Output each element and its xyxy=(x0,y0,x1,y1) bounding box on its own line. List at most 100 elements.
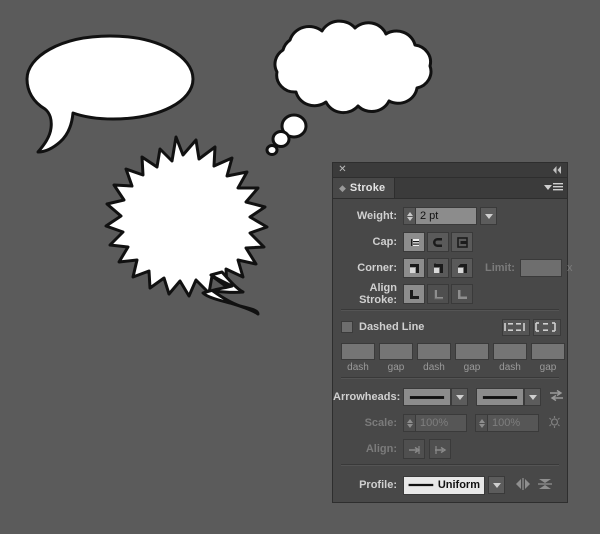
dashed-line-row: Dashed Line xyxy=(333,318,567,336)
tab-stroke-label: Stroke xyxy=(349,182,386,194)
weight-stepper[interactable] xyxy=(403,207,415,225)
align-label: Align: xyxy=(365,443,397,455)
stepper-up-icon[interactable] xyxy=(406,418,413,423)
align-row: Align: xyxy=(333,438,567,460)
scale-start-input[interactable]: 100% xyxy=(415,414,467,432)
link-scales-icon[interactable] xyxy=(547,415,562,432)
tab-stroke[interactable]: ◆ Stroke xyxy=(333,178,396,198)
cap-button-group xyxy=(403,232,475,252)
gap-caption-1: gap xyxy=(387,362,405,373)
arrowhead-end-dropdown-button[interactable] xyxy=(524,388,541,406)
scale-end-input[interactable]: 100% xyxy=(487,414,539,432)
dash-cell: dash xyxy=(417,343,451,373)
profile-dropdown-button[interactable] xyxy=(488,476,505,494)
limit-input[interactable] xyxy=(519,259,562,277)
stroke-panel: ✕ ◆ Stroke Weight: 2 pt Cap: Corner: Lim… xyxy=(332,162,572,503)
arrowheads-label: Arrowheads: xyxy=(333,391,401,403)
dash-cell: gap xyxy=(531,343,565,373)
cap-butt-button[interactable] xyxy=(403,232,425,252)
align-arrow-tip-button[interactable] xyxy=(429,439,451,459)
corner-bevel-button[interactable] xyxy=(451,258,473,278)
profile-flip-group xyxy=(515,477,553,494)
profile-row: Profile: Uniform xyxy=(333,473,567,497)
scale-end-stepper[interactable] xyxy=(475,414,487,432)
app-window: ✕ ◆ Stroke Weight: 2 pt Cap: Corner: Lim… xyxy=(0,0,600,534)
stepper-up-icon[interactable] xyxy=(406,211,413,216)
close-icon[interactable]: ✕ xyxy=(337,164,348,175)
panel-titlebar: ✕ xyxy=(333,163,567,178)
weight-row: Weight: 2 pt xyxy=(333,205,567,227)
chevron-down-icon xyxy=(528,394,537,400)
weight-label: Weight: xyxy=(356,210,397,222)
dash-caption-3: dash xyxy=(499,362,521,373)
dash-preserve-exact-button[interactable] xyxy=(502,318,530,336)
gap-input-2[interactable] xyxy=(455,343,489,360)
panel-body: Weight: 2 pt Cap: Corner: Limit: x Align… xyxy=(333,199,572,497)
dash-input-2[interactable] xyxy=(417,343,451,360)
gap-caption-3: gap xyxy=(539,362,557,373)
arrowhead-end-select[interactable] xyxy=(476,388,524,406)
corner-round-button[interactable] xyxy=(427,258,449,278)
dash-input-1[interactable] xyxy=(341,343,375,360)
align-stroke-center-button[interactable] xyxy=(403,284,425,304)
align-stroke-inside-button[interactable] xyxy=(427,284,449,304)
align-arrow-extend-button[interactable] xyxy=(403,439,425,459)
dash-cell: dash xyxy=(341,343,375,373)
profile-label: Profile: xyxy=(359,479,397,491)
divider-arrowheads xyxy=(341,377,559,379)
dash-cell: gap xyxy=(379,343,413,373)
scale-row: Scale: 100% 100% xyxy=(333,412,567,434)
weight-dropdown-button[interactable] xyxy=(480,207,497,225)
limit-label: Limit: xyxy=(485,262,515,274)
scale-start-stepper[interactable] xyxy=(403,414,415,432)
dash-gap-fields: dash gap dash gap dash gap xyxy=(333,343,567,373)
corner-miter-button[interactable] xyxy=(403,258,425,278)
cap-row: Cap: xyxy=(333,231,567,253)
arrowhead-start-dropdown-button[interactable] xyxy=(451,388,468,406)
align-arrow-button-group xyxy=(403,439,453,459)
dash-align-group xyxy=(502,318,561,336)
arrowhead-start-select[interactable] xyxy=(403,388,451,406)
profile-value: Uniform xyxy=(437,479,480,491)
gap-caption-2: gap xyxy=(463,362,481,373)
corner-label: Corner: xyxy=(357,262,397,274)
dashed-line-checkbox[interactable] xyxy=(341,321,353,333)
scale-label: Scale: xyxy=(364,417,397,429)
tab-grip-icon: ◆ xyxy=(339,182,346,193)
align-stroke-button-group xyxy=(403,284,475,304)
profile-select[interactable]: Uniform xyxy=(403,475,485,495)
flip-across-icon[interactable] xyxy=(515,477,531,494)
stepper-down-icon[interactable] xyxy=(478,423,485,428)
stepper-down-icon[interactable] xyxy=(406,216,413,221)
swap-arrowheads-icon[interactable] xyxy=(549,389,564,405)
dash-cell: dash xyxy=(493,343,527,373)
stepper-down-icon[interactable] xyxy=(406,423,413,428)
dash-caption-2: dash xyxy=(423,362,445,373)
chevron-down-icon xyxy=(455,394,464,400)
cap-projecting-button[interactable] xyxy=(451,232,473,252)
gap-input-3[interactable] xyxy=(531,343,565,360)
corner-row: Corner: Limit: x xyxy=(333,257,572,279)
dash-input-3[interactable] xyxy=(493,343,527,360)
align-stroke-label: Align Stroke: xyxy=(359,282,397,306)
collapse-panel-icon[interactable] xyxy=(551,164,563,176)
dashed-line-label: Dashed Line xyxy=(359,321,425,333)
weight-input[interactable]: 2 pt xyxy=(415,207,477,225)
stepper-up-icon[interactable] xyxy=(478,418,485,423)
arrowheads-row: Arrowheads: xyxy=(333,386,567,408)
align-stroke-outside-button[interactable] xyxy=(451,284,473,304)
gap-input-1[interactable] xyxy=(379,343,413,360)
dash-cell: gap xyxy=(455,343,489,373)
align-stroke-row: Align Stroke: xyxy=(333,282,567,306)
cap-round-button[interactable] xyxy=(427,232,449,252)
flip-along-icon[interactable] xyxy=(537,477,553,494)
miter-limit-group: Limit: x xyxy=(485,259,572,277)
uniform-profile-icon xyxy=(408,483,434,487)
chevron-down-icon xyxy=(492,482,501,488)
panel-menu-icon[interactable] xyxy=(544,182,563,192)
divider-profile xyxy=(341,464,559,466)
corner-button-group xyxy=(403,258,475,278)
dash-align-corners-button[interactable] xyxy=(533,318,561,336)
cap-label: Cap: xyxy=(372,236,397,248)
chevron-down-icon xyxy=(484,213,493,219)
